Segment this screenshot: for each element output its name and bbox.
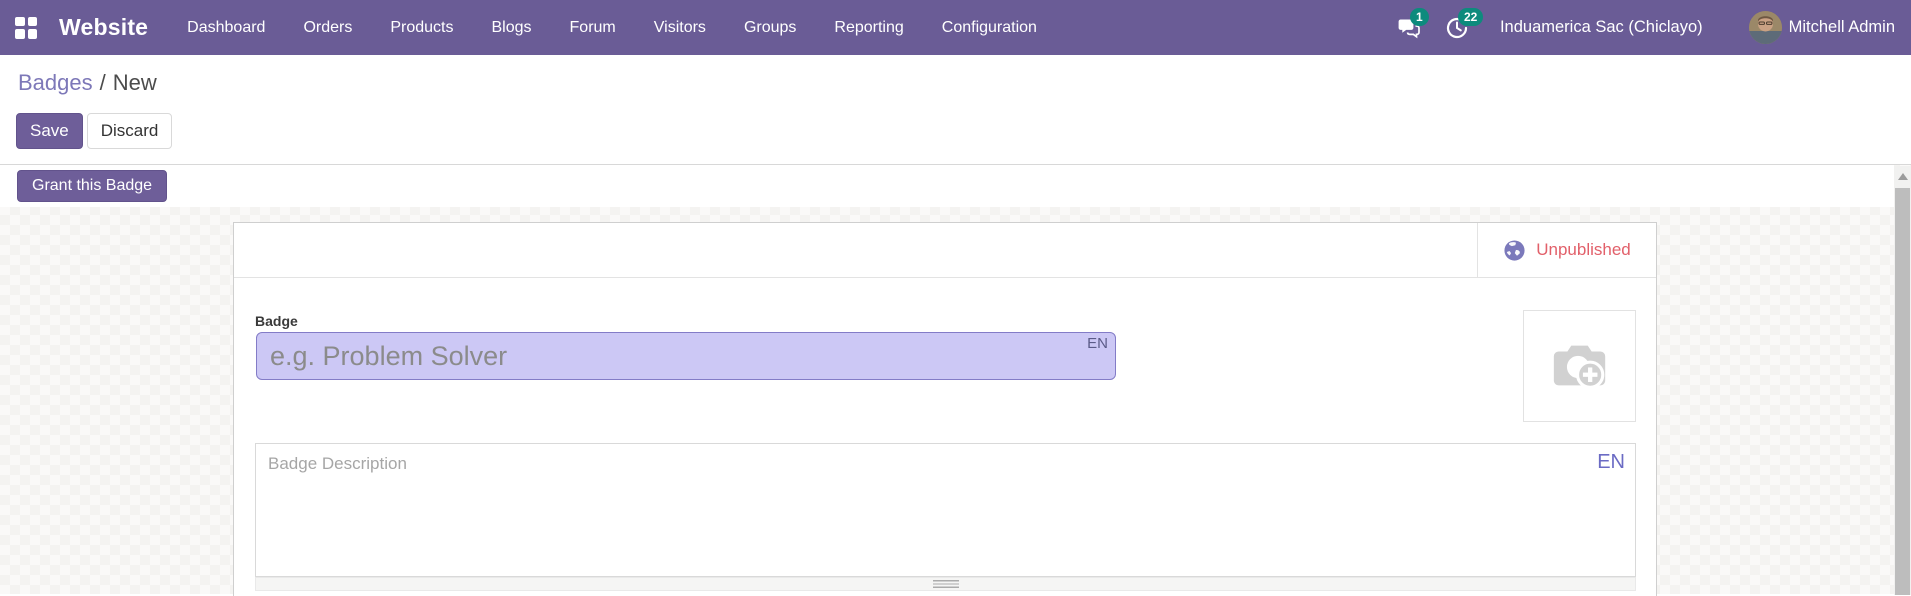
menu-item-blogs[interactable]: Blogs <box>473 0 551 55</box>
camera-plus-icon <box>1549 335 1611 397</box>
activities-count-badge: 22 <box>1457 7 1484 26</box>
app-brand[interactable]: Website <box>59 14 148 41</box>
discard-button[interactable]: Discard <box>86 113 173 149</box>
badge-description-field-wrapper: EN <box>255 443 1636 577</box>
badge-name-language-badge[interactable]: EN <box>1087 335 1108 352</box>
menu-item-configuration[interactable]: Configuration <box>923 0 1056 55</box>
scrollbar-thumb[interactable] <box>1895 188 1910 595</box>
user-avatar[interactable] <box>1748 11 1782 44</box>
menu-item-products[interactable]: Products <box>371 0 472 55</box>
apps-grid-icon[interactable] <box>15 16 37 39</box>
badge-field-label: Badge <box>255 313 298 329</box>
publish-status-toggle[interactable]: Unpublished <box>1477 223 1656 277</box>
record-actions: Save Discard <box>16 113 173 149</box>
menu-item-visitors[interactable]: Visitors <box>635 0 725 55</box>
top-navbar: Website Dashboard Orders Products Blogs … <box>0 0 1911 55</box>
menu-item-groups[interactable]: Groups <box>725 0 815 55</box>
form-view-background: Grant this Badge Unpublished Badge EN <box>0 164 1911 596</box>
menu-item-forum[interactable]: Forum <box>551 0 635 55</box>
messages-button[interactable]: 1 <box>1394 7 1429 43</box>
save-button[interactable]: Save <box>16 113 83 149</box>
breadcrumb: Badges / New <box>18 70 157 96</box>
navbar-systray: 1 22 Induamerica Sac (Chiclayo) Mitchell… <box>1394 7 1911 44</box>
globe-icon <box>1503 239 1526 262</box>
badge-name-input[interactable] <box>256 332 1116 380</box>
form-button-box: Grant this Badge <box>0 165 1894 207</box>
breadcrumb-current: New <box>112 70 157 95</box>
badge-image-upload[interactable] <box>1523 310 1636 422</box>
menu-item-reporting[interactable]: Reporting <box>815 0 922 55</box>
main-menu: Dashboard Orders Products Blogs Forum Vi… <box>168 0 1056 55</box>
activity-button[interactable]: 22 <box>1442 7 1484 43</box>
grant-badge-button[interactable]: Grant this Badge <box>17 170 168 202</box>
breadcrumb-badges-link[interactable]: Badges <box>18 70 93 95</box>
vertical-scrollbar[interactable] <box>1894 166 1911 595</box>
company-switcher[interactable]: Induamerica Sac (Chiclayo) <box>1500 18 1703 37</box>
menu-item-orders[interactable]: Orders <box>284 0 371 55</box>
badge-name-field-wrapper: EN <box>256 332 1116 380</box>
grip-lines-icon <box>932 580 959 588</box>
badge-description-language-badge[interactable]: EN <box>1597 451 1625 474</box>
form-sheet: Unpublished Badge EN EN <box>233 222 1657 596</box>
user-menu[interactable]: Mitchell Admin <box>1789 18 1895 37</box>
form-statusbar: Unpublished <box>234 223 1656 278</box>
badge-description-textarea[interactable] <box>255 443 1636 577</box>
publish-status-label: Unpublished <box>1536 240 1631 259</box>
breadcrumb-separator: / <box>99 70 106 95</box>
messages-count-badge: 1 <box>1409 7 1429 26</box>
scrollbar-up-arrow-icon[interactable] <box>1897 173 1908 180</box>
textarea-resize-handle[interactable] <box>255 577 1636 591</box>
menu-item-dashboard[interactable]: Dashboard <box>168 0 284 55</box>
control-panel: Badges / New Save Discard <box>0 55 1911 164</box>
